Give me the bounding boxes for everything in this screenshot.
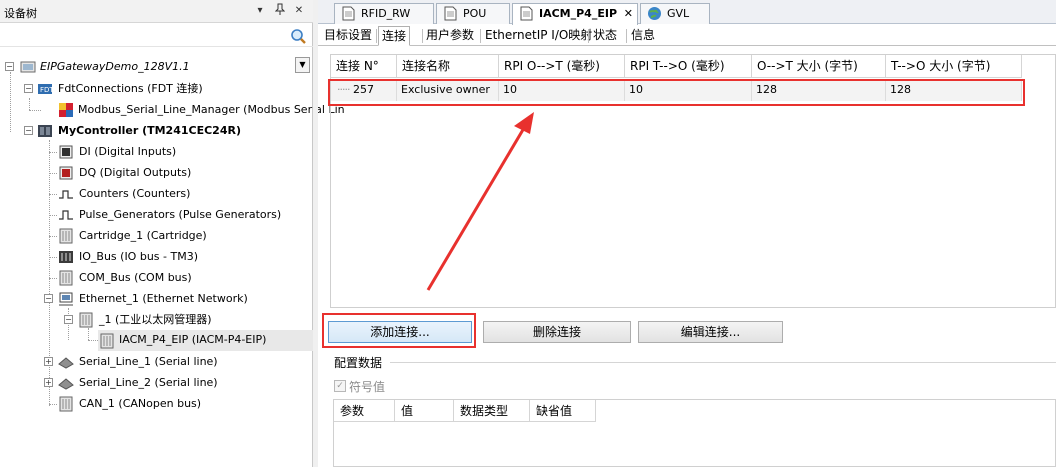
config-params-table: 参数 值 数据类型 缺省值: [333, 399, 1056, 467]
tree-item-label: Cartridge_1 (Cartridge): [79, 229, 207, 242]
column-header[interactable]: 数据类型: [454, 400, 530, 422]
edit-connection-button[interactable]: 编辑连接...: [638, 321, 783, 343]
column-header[interactable]: 参数: [334, 400, 395, 422]
column-header[interactable]: 连接名称: [397, 55, 499, 78]
collapse-icon[interactable]: −: [24, 126, 33, 135]
ethernet-icon: [59, 292, 73, 306]
tab-label: POU: [463, 7, 487, 20]
collapse-icon[interactable]: −: [24, 84, 33, 93]
expand-icon[interactable]: +: [44, 357, 53, 366]
tree-item-label: Serial_Line_2 (Serial line): [79, 376, 218, 389]
tree-item-label: Pulse_Generators (Pulse Generators): [79, 208, 282, 221]
iobus-icon: [59, 251, 73, 263]
tree-item-label: Ethernet_1 (Ethernet Network): [79, 292, 248, 305]
highlight-box-row: [328, 79, 1025, 106]
collapse-icon[interactable]: −: [64, 315, 73, 324]
doc-icon: [342, 6, 355, 21]
doc-icon: [520, 6, 533, 21]
column-header[interactable]: T-->O 大小 (字节): [886, 55, 1022, 78]
doc-icon: [444, 6, 457, 21]
sub-tab-bar: 目标设置 连接 用户参数 EthernetIP I/O映射 状态 信息: [318, 25, 1056, 46]
search-input[interactable]: [2, 27, 288, 45]
column-header[interactable]: 值: [395, 400, 454, 422]
tree-item-label: DI (Digital Inputs): [79, 145, 177, 158]
checkbox-label: 符号值: [349, 380, 386, 394]
annotation-arrow: [426, 112, 534, 291]
pin-button[interactable]: [272, 3, 288, 19]
serial-icon: [58, 357, 74, 369]
device-tree-search: [0, 25, 313, 47]
panel-splitter[interactable]: [313, 0, 318, 467]
tree-item-label: IO_Bus (IO bus - TM3): [79, 250, 198, 263]
serial-icon: [58, 378, 74, 390]
module-icon: [79, 312, 93, 328]
tree-item-label: Counters (Counters): [79, 187, 191, 200]
controller-icon: [38, 125, 52, 137]
pin-icon: [274, 3, 286, 15]
device-tree-panel: 设备树 ▾ ✕ − EIPGatewayDemo_128V1.1 ▼ − FDT…: [0, 0, 345, 467]
tab-io-mapping[interactable]: EthernetIP I/O映射: [482, 26, 595, 46]
modbus-icon: [59, 103, 73, 117]
device-tree-title: 设备树: [4, 7, 37, 20]
tree-item-iacm[interactable]: IACM_P4_EIP (IACM-P4-EIP): [98, 330, 313, 351]
counter-icon: [59, 190, 73, 199]
column-header[interactable]: 连接 N°: [331, 55, 397, 78]
globe-icon: [648, 7, 661, 20]
tree-item-label: MyController (TM241CEC24R): [58, 124, 241, 137]
tab-label: IACM_P4_EIP: [539, 7, 618, 20]
tab-label: GVL: [667, 7, 690, 20]
cartridge-icon: [59, 228, 73, 244]
column-header[interactable]: O-->T 大小 (字节): [752, 55, 886, 78]
device-icon: [100, 333, 114, 349]
tab-connections[interactable]: 连接: [378, 26, 411, 46]
project-icon: [20, 61, 36, 73]
tree-item-label: DQ (Digital Outputs): [79, 166, 192, 179]
column-header[interactable]: RPI T-->O (毫秒): [625, 55, 752, 78]
tree-item-label: Serial_Line_1 (Serial line): [79, 355, 218, 368]
column-header[interactable]: RPI O-->T (毫秒): [499, 55, 625, 78]
tree-item-label: IACM_P4_EIP (IACM-P4-EIP): [119, 333, 267, 346]
close-tab-icon[interactable]: ✕: [624, 4, 633, 23]
project-root[interactable]: EIPGatewayDemo_128V1.1: [40, 57, 190, 77]
close-panel-button[interactable]: ✕: [291, 3, 307, 19]
device-tree-header: 设备树 ▾ ✕: [0, 0, 313, 23]
di-icon: [59, 145, 73, 159]
collapse-icon[interactable]: −: [44, 294, 53, 303]
combus-icon: [59, 270, 73, 286]
tree-item-label: _1 (工业以太网管理器): [99, 313, 212, 326]
config-section-title: 配置数据: [334, 356, 383, 370]
device-dropdown-button[interactable]: ▼: [295, 57, 310, 73]
collapse-icon[interactable]: −: [5, 62, 14, 71]
svg-text:FDT: FDT: [40, 86, 53, 94]
dq-icon: [59, 166, 73, 180]
tab-gvl[interactable]: GVL: [640, 3, 710, 24]
expand-icon[interactable]: +: [44, 378, 53, 387]
search-icon[interactable]: [290, 28, 306, 44]
tab-info[interactable]: 信息: [628, 26, 658, 46]
tree-item-label: COM_Bus (COM bus): [79, 271, 192, 284]
tab-pou[interactable]: POU: [436, 3, 510, 24]
panel-menu-button[interactable]: ▾: [252, 3, 268, 19]
tree-item-label: Modbus_Serial_Line_Manager (Modbus Seria…: [78, 103, 345, 116]
editor-tab-bar: RFID_RW POU IACM_P4_EIP ✕ GVL: [318, 0, 1056, 25]
fdt-icon: FDT: [38, 84, 53, 94]
tab-status[interactable]: 状态: [590, 26, 620, 46]
tab-rfid-rw[interactable]: RFID_RW: [334, 3, 434, 24]
delete-connection-button[interactable]: 删除连接: [483, 321, 631, 343]
tab-label: RFID_RW: [361, 7, 411, 20]
tab-target-settings[interactable]: 目标设置: [321, 26, 375, 46]
pulse-icon: [59, 210, 73, 220]
column-header[interactable]: 缺省值: [530, 400, 596, 422]
can-icon: [59, 396, 73, 412]
tree-item-label: FdtConnections (FDT 连接): [58, 82, 203, 95]
tab-user-params[interactable]: 用户参数: [423, 26, 477, 46]
tree-item-label: CAN_1 (CANopen bus): [79, 397, 202, 410]
symbolic-value-checkbox[interactable]: ✓: [334, 380, 346, 392]
tab-iacm-p4-eip[interactable]: IACM_P4_EIP ✕: [512, 3, 638, 25]
highlight-box-button: [322, 313, 476, 348]
